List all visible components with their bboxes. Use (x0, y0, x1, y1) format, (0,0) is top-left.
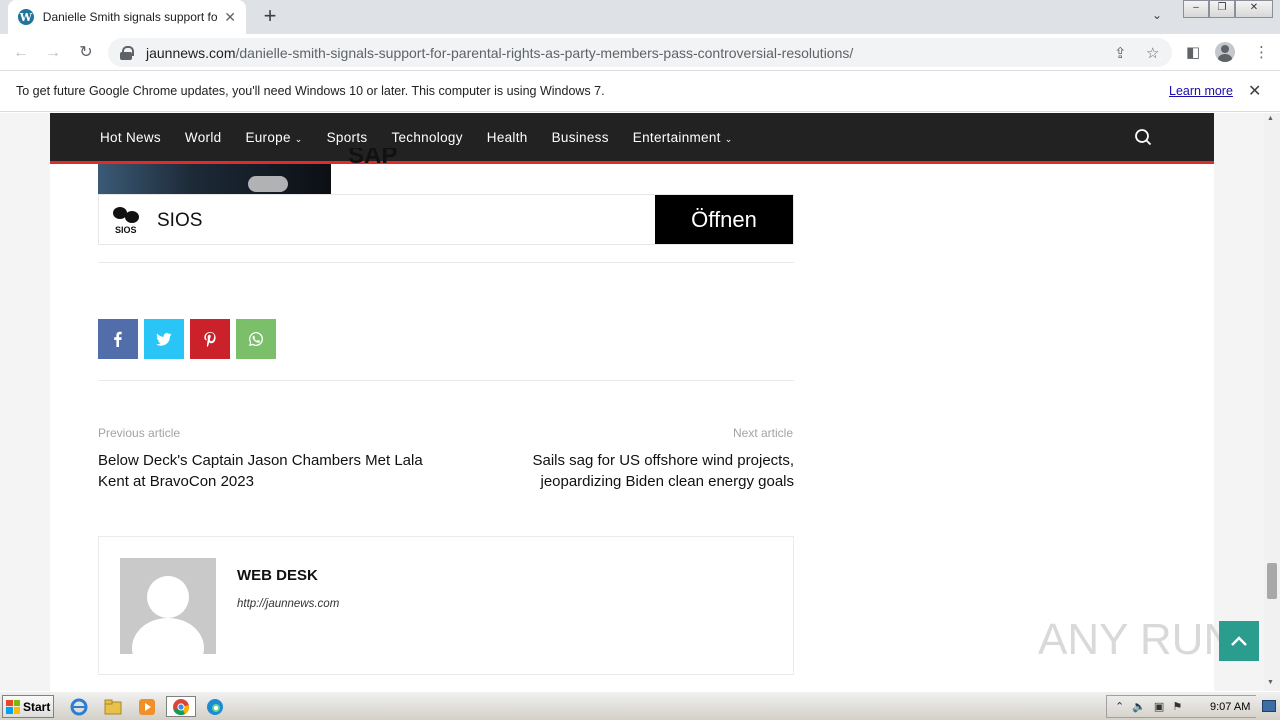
minimize-button[interactable]: – (1183, 0, 1209, 18)
ad-image[interactable] (98, 164, 331, 194)
anyrun-watermark: ANY RUN (1038, 615, 1234, 664)
network-icon[interactable]: ▣ (1154, 700, 1164, 713)
author-name[interactable]: WEB DESK (237, 567, 318, 584)
back-to-top-button[interactable] (1219, 621, 1259, 661)
twitter-icon (156, 333, 172, 346)
new-tab-button[interactable]: + (258, 5, 282, 29)
nav-health[interactable]: Health (487, 130, 528, 145)
author-avatar[interactable] (120, 558, 216, 654)
browser-toolbar: ← → ↻ jaunnews.com/danielle-smith-signal… (0, 34, 1280, 71)
restore-button[interactable]: ❐ (1209, 0, 1235, 18)
back-button[interactable]: ← (10, 42, 32, 64)
chevron-down-icon: ⌄ (724, 133, 733, 144)
author-box: WEB DESK http://jaunnews.com (98, 536, 794, 675)
internet-explorer-icon[interactable] (68, 696, 90, 717)
tab-title: Danielle Smith signals support for 'pa (42, 10, 218, 24)
watermark-text: ANY RUN (1038, 615, 1234, 664)
volume-icon[interactable]: 🔈 (1132, 700, 1146, 713)
scroll-up-arrow-icon[interactable]: ▲ (1267, 115, 1274, 122)
ad-open-button[interactable]: Öffnen (655, 195, 793, 244)
forward-button[interactable]: → (42, 42, 64, 64)
sios-logo: SIOS (111, 205, 145, 237)
ad-banner[interactable]: SIOS SIOS Öffnen (98, 194, 794, 245)
whatsapp-icon (249, 331, 264, 346)
file-explorer-icon[interactable] (102, 696, 124, 717)
share-facebook-button[interactable] (98, 319, 138, 359)
page-scrollbar[interactable]: ▲ ▼ (1264, 113, 1280, 691)
divider (98, 380, 794, 381)
share-icon[interactable]: ⇪ (1114, 44, 1127, 62)
previous-article-link[interactable]: Below Deck's Captain Jason Chambers Met … (98, 450, 438, 492)
start-button[interactable]: Start (2, 695, 54, 718)
nav-world[interactable]: World (185, 130, 222, 145)
chevron-up-icon (1231, 636, 1247, 646)
scrollbar-thumb[interactable] (1267, 563, 1277, 599)
reload-button[interactable]: ↻ (75, 42, 97, 64)
nav-technology[interactable]: Technology (391, 130, 462, 145)
action-center-flag-icon[interactable]: ⚑ (1172, 700, 1182, 713)
share-whatsapp-button[interactable] (236, 319, 276, 359)
tab-close-icon[interactable]: ✕ (224, 9, 236, 26)
tab-strip: W Danielle Smith signals support for 'pa… (0, 0, 1280, 34)
nav-europe[interactable]: Europe ⌄ (245, 130, 302, 145)
show-desktop-icon[interactable] (1262, 700, 1276, 712)
page-viewport: Hot News World Europe ⌄ Sports Technology… (0, 113, 1264, 691)
windows-flag-icon (6, 699, 20, 714)
ad-advertiser-name: SIOS (157, 210, 203, 231)
pinterest-icon (204, 332, 216, 347)
windows-taskbar: Start ⌃ 🔈 ▣ ⚑ 9:07 AM (0, 691, 1280, 720)
share-twitter-button[interactable] (144, 319, 184, 359)
system-clock[interactable]: 9:07 AM (1210, 701, 1250, 713)
wordpress-favicon-icon: W (18, 9, 34, 25)
learn-more-link[interactable]: Learn more (1169, 84, 1233, 98)
share-pinterest-button[interactable] (190, 319, 230, 359)
address-bar[interactable]: jaunnews.com/danielle-smith-signals-supp… (108, 38, 1172, 67)
site-navigation: Hot News World Europe ⌄ Sports Technology… (50, 113, 1214, 164)
menu-kebab-icon[interactable]: ⋮ (1254, 43, 1269, 61)
author-url[interactable]: http://jaunnews.com (237, 598, 339, 610)
search-icon[interactable] (1134, 128, 1152, 146)
media-player-icon[interactable] (136, 696, 158, 717)
profile-icon[interactable] (1215, 42, 1235, 62)
close-window-button[interactable]: ✕ (1235, 0, 1273, 18)
infobar-message: To get future Google Chrome updates, you… (16, 84, 605, 98)
infobar-close-icon[interactable]: ✕ (1248, 81, 1261, 101)
next-article-label: Next article (733, 426, 794, 440)
bookmark-star-icon[interactable]: ☆ (1146, 44, 1159, 62)
ad-headline[interactable]: SAP (348, 148, 397, 164)
tab-search-chevron-icon[interactable]: ⌄ (1152, 8, 1162, 22)
chevron-down-icon: ⌄ (294, 133, 303, 144)
divider (98, 262, 794, 263)
url-text: jaunnews.com/danielle-smith-signals-supp… (146, 44, 854, 61)
tray-expand-icon[interactable]: ⌃ (1115, 700, 1124, 713)
browser-tab[interactable]: W Danielle Smith signals support for 'pa… (8, 0, 246, 34)
update-infobar: To get future Google Chrome updates, you… (0, 71, 1280, 112)
scroll-down-arrow-icon[interactable]: ▼ (1267, 679, 1274, 686)
chrome-taskbar-icon[interactable] (166, 696, 196, 717)
nav-business[interactable]: Business (552, 130, 609, 145)
next-article-link[interactable]: Sails sag for US offshore wind projects,… (504, 450, 794, 492)
nav-entertainment[interactable]: Entertainment ⌄ (633, 130, 733, 145)
nav-sports[interactable]: Sports (327, 130, 368, 145)
side-panel-icon[interactable]: ◧ (1186, 43, 1200, 61)
facebook-icon (114, 331, 122, 347)
previous-article-label: Previous article (98, 426, 181, 440)
nav-hot-news[interactable]: Hot News (100, 130, 161, 145)
edge-icon[interactable] (204, 696, 226, 717)
lock-icon[interactable] (120, 45, 134, 60)
